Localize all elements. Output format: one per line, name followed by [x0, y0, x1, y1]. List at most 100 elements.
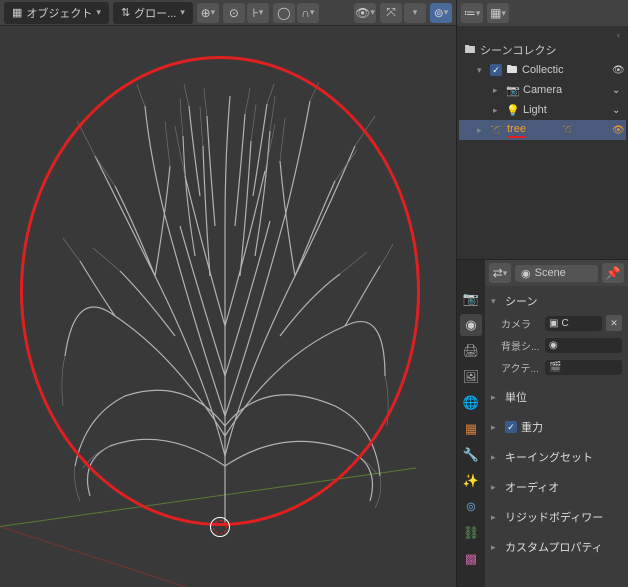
tab-physics[interactable]: ⊚ [460, 496, 482, 518]
scene-collection-row[interactable]: 🖿 シーンコレクシ [459, 40, 626, 60]
bg-scene-row: 背景シ... ◉ [491, 334, 622, 356]
units-title: 単位 [505, 389, 527, 405]
audio-title: オーディオ [505, 479, 559, 495]
custom-props-section: ▸カスタムプロパティ [485, 532, 628, 562]
gravity-checkbox[interactable]: ✓ [505, 421, 517, 433]
pivot-menu[interactable]: ⊕▾ [197, 3, 219, 23]
cube-icon: ▦ [12, 6, 22, 19]
scene-panel-title: シーン [505, 293, 537, 309]
rigid-section: ▸リジッドボディワー [485, 502, 628, 532]
back-icon[interactable]: ‹ [459, 30, 626, 40]
collection-label: Collectic [522, 64, 564, 76]
tab-viewlayer[interactable]: 🖼 [460, 366, 482, 388]
audio-section: ▸オーディオ [485, 472, 628, 502]
scene-icon: ◉ [549, 340, 558, 351]
chevron-down-icon: ▾ [96, 7, 101, 18]
viewport-canvas[interactable] [0, 26, 456, 587]
snap-group: ⊙ ⊦▾ [223, 3, 269, 23]
scene-icon: ◉ [521, 267, 531, 280]
outliner-panel: ≔▾ ▦▾ ‹ 🖿 シーンコレクシ ▾ ✓ 🖿 Collectic 👁 ▸ 📷 … [457, 0, 628, 260]
curve-icon: ➰ [490, 123, 504, 137]
gravity-section: ▸✓重力 [485, 412, 628, 442]
camera-field-label: カメラ [501, 316, 541, 331]
camera-row[interactable]: ▸ 📷 Camera ⌄ [459, 80, 626, 100]
gizmo-menu[interactable]: ▾ [404, 3, 426, 23]
side-panel: ≔▾ ▦▾ ‹ 🖿 シーンコレクシ ▾ ✓ 🖿 Collectic 👁 ▸ 📷 … [456, 0, 628, 587]
properties-tabs: 📷 ◉ 🖨 🖼 🌐 ▦ 🔧 ✨ ⊚ ⛓ ▩ [457, 260, 485, 587]
active-clip-label: アクテ... [501, 360, 541, 375]
proportional-group: ◯ ∩▾ [273, 3, 319, 23]
disclosure-icon[interactable]: ▸ [477, 125, 487, 136]
scene-panel-header[interactable]: ▾シーン [491, 290, 622, 312]
tab-modifiers[interactable]: 🔧 [460, 444, 482, 466]
clip-icon: 🎬 [549, 362, 561, 373]
visibility-menu[interactable]: 👁▾ [354, 3, 376, 23]
bg-scene-field[interactable]: ◉ [545, 338, 622, 353]
camera-icon: 📷 [506, 83, 520, 97]
gizmo-toggle[interactable]: ⤧ [380, 3, 402, 23]
collection-row[interactable]: ▾ ✓ 🖿 Collectic 👁 [459, 60, 626, 80]
disclosure-icon[interactable]: ▾ [477, 65, 487, 76]
outliner-tree: ‹ 🖿 シーンコレクシ ▾ ✓ 🖿 Collectic 👁 ▸ 📷 Camera… [457, 26, 628, 259]
scene-section: ▾シーン カメラ ▣ C ✕ 背景シ... ◉ アクテ... 🎬 [485, 286, 628, 382]
camera-icon: ▣ [549, 318, 558, 329]
orientation-selector[interactable]: ⇅ グロー... ▾ [113, 2, 193, 24]
disclosure-icon[interactable]: ▸ [493, 105, 503, 116]
keying-section: ▸キーイングセット [485, 442, 628, 472]
rigid-header[interactable]: ▸リジッドボディワー [491, 506, 622, 528]
collection-checkbox[interactable]: ✓ [490, 64, 502, 76]
pivot-group: ⊕▾ [197, 3, 219, 23]
tab-constraints[interactable]: ⛓ [460, 522, 482, 544]
properties-panel: 📷 ◉ 🖨 🖼 🌐 ▦ 🔧 ✨ ⊚ ⛓ ▩ ⇄▾ ◉ Scene 📌 [457, 260, 628, 587]
custom-props-header[interactable]: ▸カスタムプロパティ [491, 536, 622, 558]
active-clip-field[interactable]: 🎬 [545, 360, 622, 375]
tab-texture[interactable]: ▩ [460, 548, 482, 570]
props-display-menu[interactable]: ⇄▾ [489, 263, 511, 283]
audio-header[interactable]: ▸オーディオ [491, 476, 622, 498]
mode-selector[interactable]: ▦ オブジェクト ▾ [4, 2, 109, 24]
scene-name: Scene [535, 267, 566, 279]
overlay-toggle[interactable]: ⊚▾ [430, 3, 452, 23]
camera-label: Camera [523, 84, 562, 96]
visibility-toggle[interactable]: 👁 [612, 125, 626, 136]
snap-toggle[interactable]: ⊙ [223, 3, 245, 23]
outliner-view-menu[interactable]: ▦▾ [487, 3, 509, 23]
tab-render[interactable]: 📷 [460, 288, 482, 310]
keying-header[interactable]: ▸キーイングセット [491, 446, 622, 468]
axis-icon: ⇅ [121, 6, 130, 19]
tab-output[interactable]: 🖨 [460, 340, 482, 362]
disclosure-icon[interactable]: ▸ [493, 85, 503, 96]
pin-button[interactable]: 📌 [602, 263, 624, 283]
snap-menu[interactable]: ⊦▾ [247, 3, 269, 23]
clear-camera-button[interactable]: ✕ [606, 315, 622, 331]
proportional-toggle[interactable]: ◯ [273, 3, 295, 23]
light-row[interactable]: ▸ 💡 Light ⌄ [459, 100, 626, 120]
tab-world[interactable]: 🌐 [460, 392, 482, 414]
gizmo-group: ⤧ ▾ [380, 3, 426, 23]
visibility-toggle[interactable]: ⌄ [612, 105, 626, 116]
scene-collection-label: シーンコレクシ [480, 42, 556, 58]
visibility-group: 👁▾ [354, 3, 376, 23]
outliner-header: ≔▾ ▦▾ [457, 0, 628, 26]
visibility-toggle[interactable]: ⌄ [612, 85, 626, 96]
proportional-menu[interactable]: ∩▾ [297, 3, 319, 23]
scene-breadcrumb[interactable]: ◉ Scene [515, 265, 598, 282]
tree-label: tree [507, 123, 526, 138]
units-section: ▸単位 [485, 382, 628, 412]
orientation-label: グロー... [134, 5, 176, 21]
gravity-header[interactable]: ▸✓重力 [491, 416, 622, 438]
collection-icon: 🖿 [463, 43, 477, 57]
custom-props-title: カスタムプロパティ [505, 539, 603, 555]
units-header[interactable]: ▸単位 [491, 386, 622, 408]
tab-object[interactable]: ▦ [460, 418, 482, 440]
curve-data-icon[interactable]: ➰ [562, 125, 576, 136]
camera-field[interactable]: ▣ C [545, 316, 602, 331]
visibility-toggle[interactable]: 👁 [612, 65, 626, 76]
outliner-display-mode[interactable]: ≔▾ [461, 3, 483, 23]
tree-object-row[interactable]: ▸ ➰ tree ➰ 👁 [459, 120, 626, 140]
bg-scene-label: 背景シ... [501, 338, 541, 353]
light-label: Light [523, 104, 547, 116]
tab-scene[interactable]: ◉ [460, 314, 482, 336]
tab-particles[interactable]: ✨ [460, 470, 482, 492]
properties-header: ⇄▾ ◉ Scene 📌 [485, 260, 628, 286]
